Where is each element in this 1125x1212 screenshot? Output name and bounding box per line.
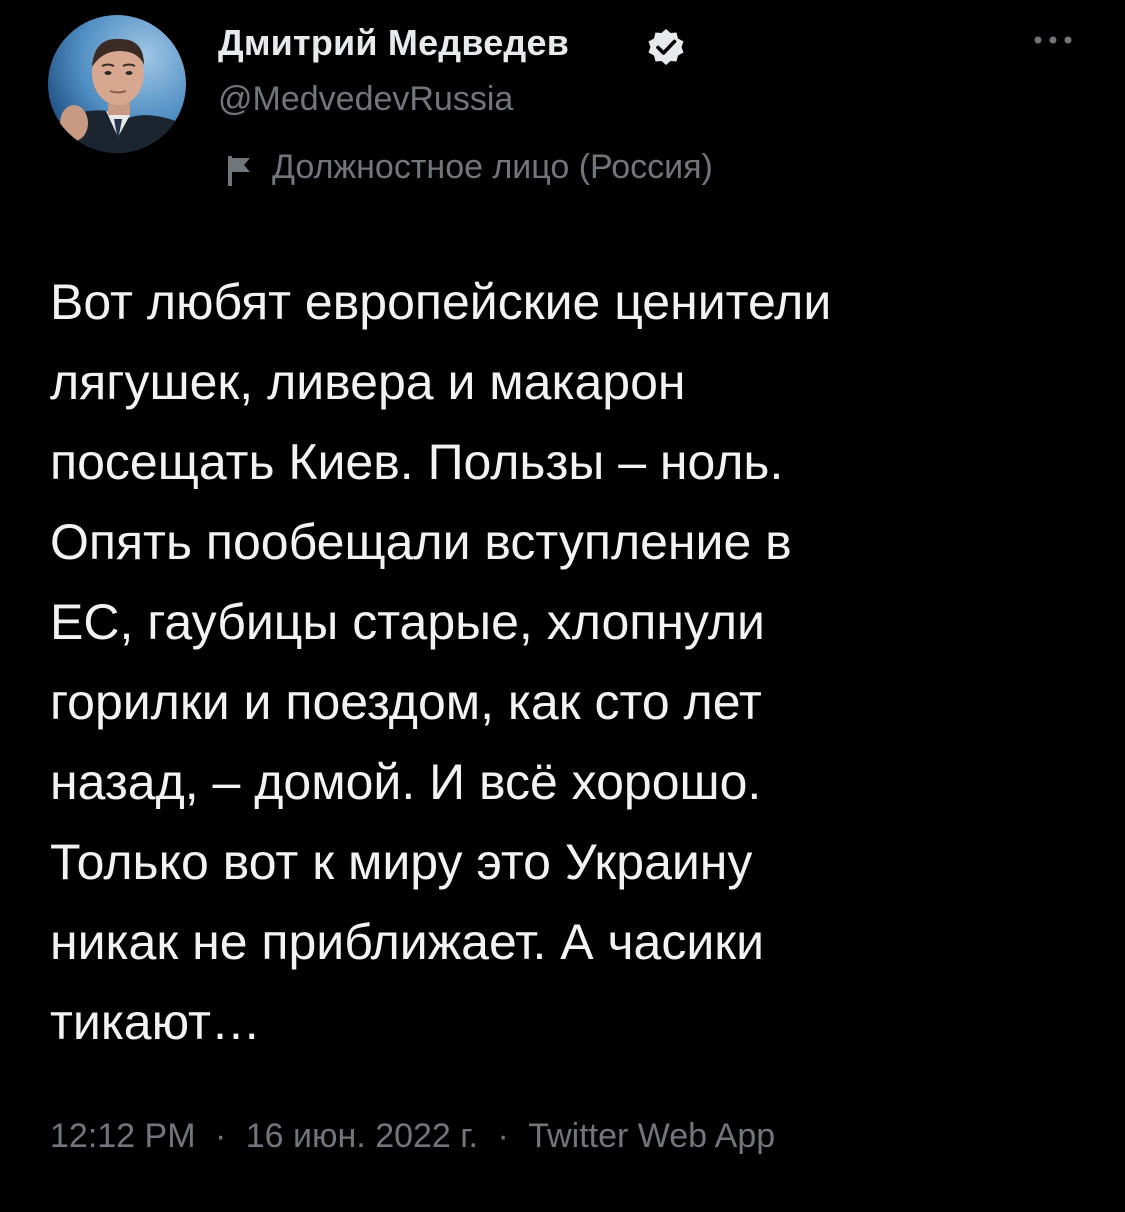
avatar-image bbox=[48, 15, 186, 153]
avatar[interactable] bbox=[48, 15, 186, 153]
tweet-source[interactable]: Twitter Web App bbox=[528, 1117, 775, 1156]
government-label-icon bbox=[228, 156, 250, 186]
tweet-meta: 12:12 PM · 16 июн. 2022 г. · Twitter Web… bbox=[50, 1117, 775, 1156]
verified-badge-icon bbox=[648, 29, 684, 65]
tweet-date[interactable]: 16 июн. 2022 г. bbox=[246, 1117, 478, 1156]
meta-separator: · bbox=[214, 1117, 227, 1155]
author-handle[interactable]: @MedvedevRussia bbox=[218, 80, 513, 119]
meta-separator: · bbox=[497, 1117, 509, 1155]
tweet-time[interactable]: 12:12 PM bbox=[50, 1117, 196, 1156]
official-label[interactable]: Должностное лицо (Россия) bbox=[272, 148, 713, 187]
author-name[interactable]: Дмитрий Медведев bbox=[218, 22, 569, 64]
more-dots-icon[interactable] bbox=[1030, 28, 1076, 52]
tweet-text: Вот любят европейские ценители лягушек, … bbox=[50, 274, 832, 1050]
tweet: Дмитрий Медведев @MedvedevRussia Должнос… bbox=[0, 0, 1125, 1212]
